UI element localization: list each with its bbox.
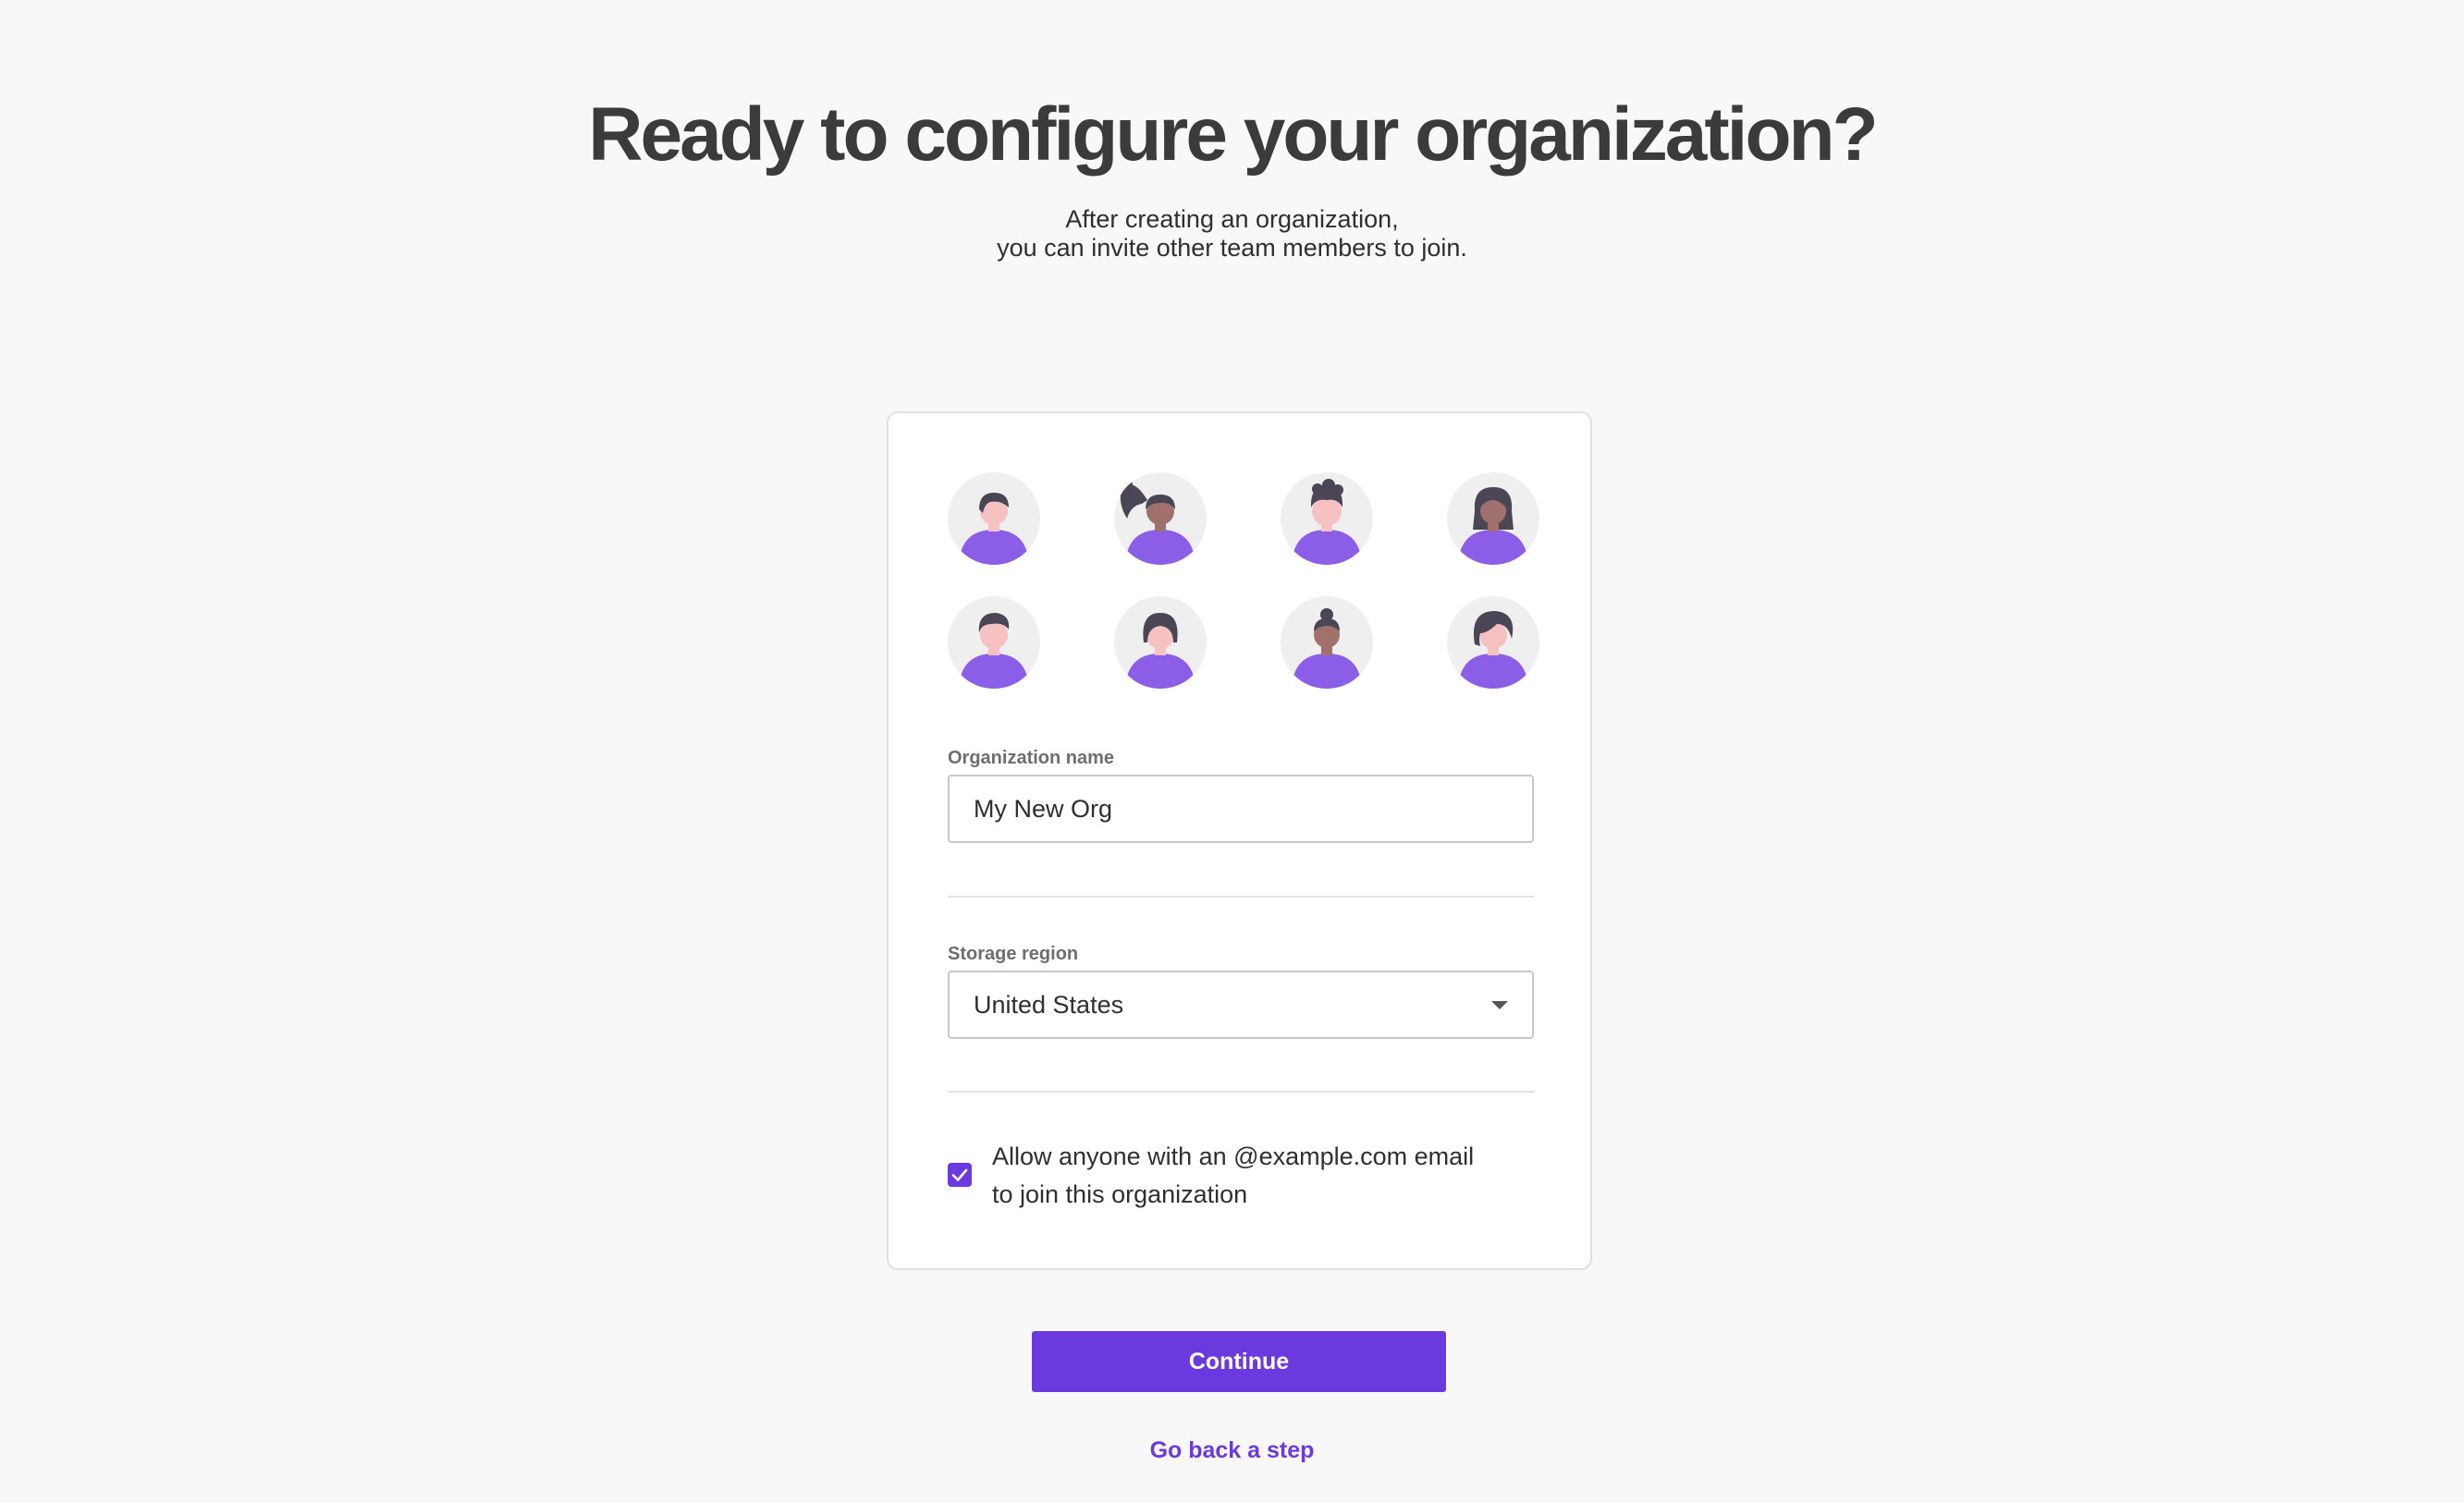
form-divider [948, 1091, 1534, 1093]
person-avatar-icon [1281, 472, 1373, 565]
page-title: Ready to configure your organization? [588, 92, 1878, 177]
person-avatar-icon [1447, 596, 1539, 689]
person-avatar-icon [948, 472, 1040, 565]
continue-button[interactable]: Continue [1032, 1331, 1446, 1392]
page-subtitle: After creating an organization, you can … [0, 205, 2464, 263]
go-back-link[interactable]: Go back a step [0, 1437, 2464, 1464]
form-divider [948, 896, 1534, 898]
person-avatar-icon [948, 596, 1040, 689]
storage-region-value: United States [974, 991, 1124, 1019]
organization-form-card: Organization name Storage region United … [887, 411, 1592, 1270]
allow-domain-label: Allow anyone with an @example.com email … [992, 1138, 1510, 1214]
person-avatar-icon [1281, 596, 1373, 689]
subtitle-line-1: After creating an organization, [1065, 205, 1399, 233]
allow-domain-checkbox[interactable] [948, 1163, 972, 1187]
organization-name-input[interactable] [948, 775, 1534, 843]
storage-region-label: Storage region [948, 944, 1079, 964]
storage-region-select[interactable]: United States [948, 971, 1534, 1039]
team-avatars [948, 472, 1539, 690]
person-avatar-icon [1114, 472, 1207, 565]
allow-domain-label-line-1: Allow anyone with an @example.com email [992, 1143, 1475, 1170]
chevron-down-icon [1491, 1001, 1508, 1009]
organization-name-label: Organization name [948, 748, 1115, 768]
person-avatar-icon [1114, 596, 1207, 689]
checkmark-icon [951, 1168, 968, 1181]
allow-domain-label-line-2: to join this organization [992, 1180, 1248, 1208]
subtitle-line-2: you can invite other team members to joi… [997, 234, 1467, 262]
person-avatar-icon [1447, 472, 1539, 565]
